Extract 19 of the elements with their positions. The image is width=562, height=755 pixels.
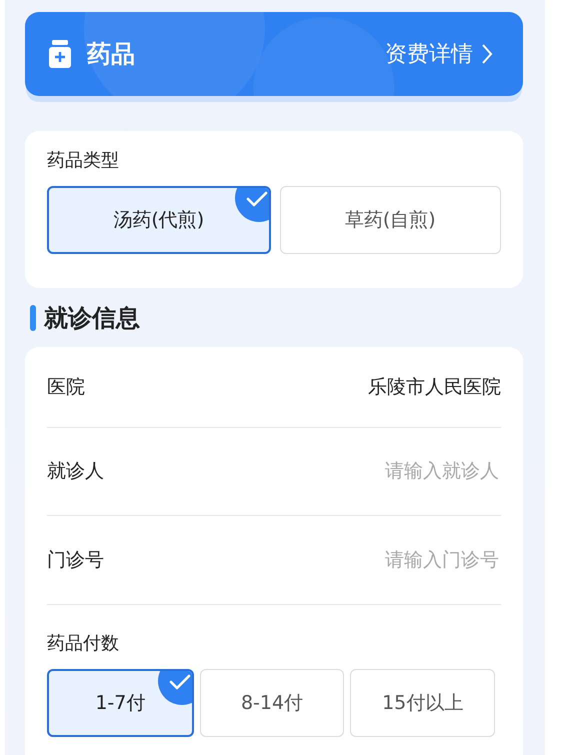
input-field[interactable]: 请输入门诊号 [301, 544, 501, 576]
medicine-bottle-icon [49, 40, 71, 68]
input-field[interactable]: 请输入就诊人 [301, 456, 501, 487]
option-button[interactable]: 15付以上 [350, 669, 496, 737]
row-label: 就诊人 [47, 459, 104, 484]
row-label: 医院 [47, 374, 85, 400]
row-label: 门诊号 [47, 548, 104, 573]
row-value: 乐陵市人民医院 [368, 374, 501, 400]
field-label: 药品类型 [47, 149, 120, 173]
section-title: 就诊信息 [44, 303, 140, 334]
option-button[interactable]: 汤药(代煎) [47, 186, 270, 254]
option-button[interactable]: 8-14付 [200, 669, 344, 737]
header-title: 药品 [87, 39, 135, 70]
section-marker [30, 305, 36, 331]
fee-details-link[interactable]: 资费详情 [385, 38, 493, 70]
option-button[interactable]: 草药(自煎) [280, 186, 501, 254]
chevron-right-icon [481, 43, 493, 65]
field-label: 药品付数 [47, 632, 120, 656]
option-button[interactable]: 1-7付 [47, 669, 194, 737]
